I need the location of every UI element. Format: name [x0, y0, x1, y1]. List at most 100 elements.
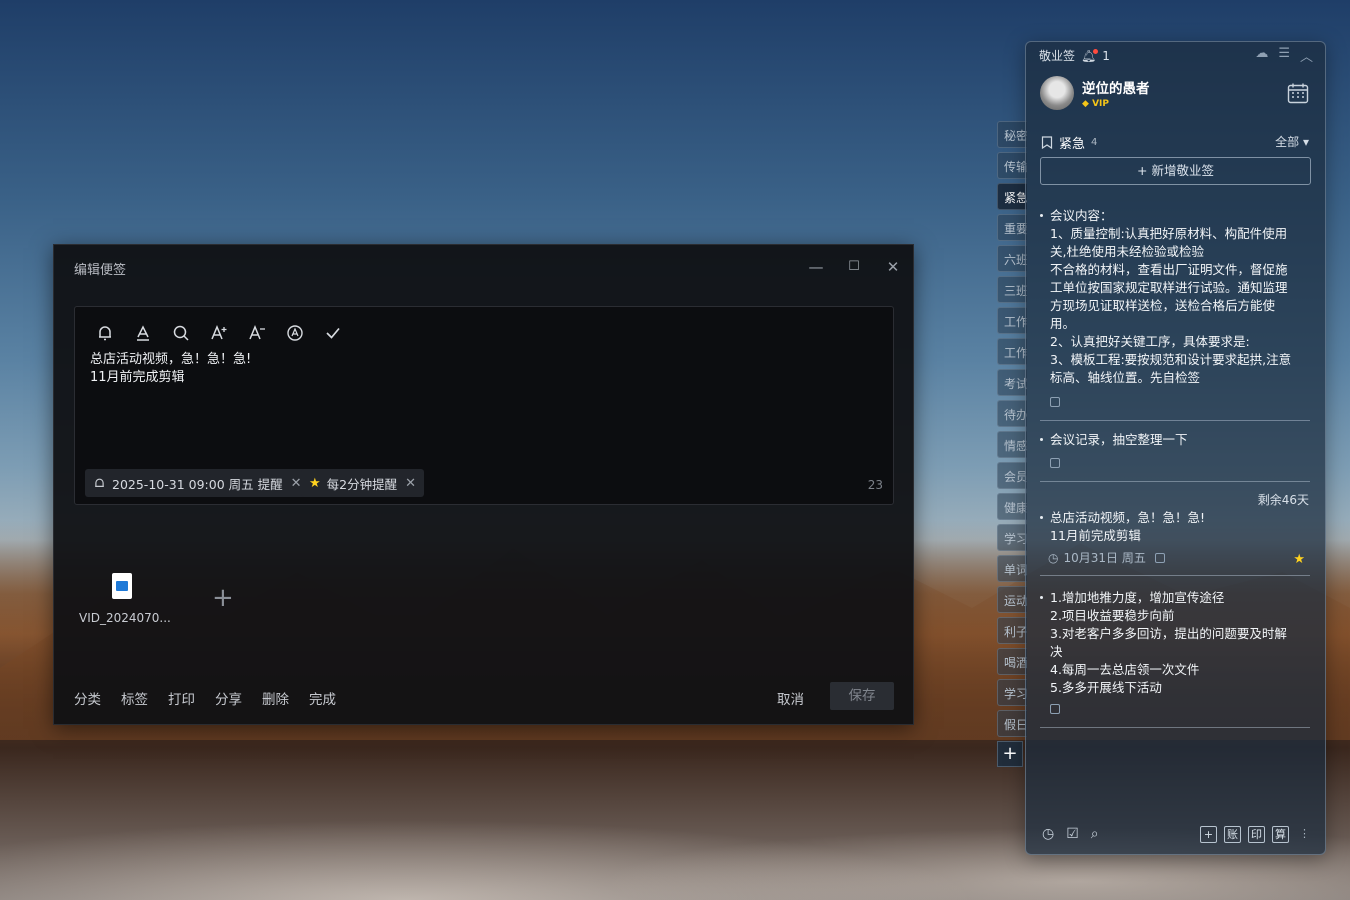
checkbox-icon[interactable]: ☑ — [1066, 826, 1079, 842]
note-line: 1.增加地推力度，增加宣传途径 — [1050, 590, 1225, 605]
note-editor[interactable]: 总店活动视频，急！急！急! 11月前完成剪辑 2025-10-31 09:00 … — [74, 306, 894, 505]
note-line: 用。 — [1050, 316, 1076, 331]
character-count: 23 — [867, 478, 883, 492]
note-content[interactable]: 总店活动视频，急！急！急! 11月前完成剪辑 — [90, 351, 251, 387]
font-increase-icon[interactable] — [207, 321, 230, 344]
side-tab[interactable]: 待办 — [997, 400, 1027, 427]
category-name: 紧急 — [1059, 137, 1086, 152]
add-icon[interactable]: + — [1200, 826, 1217, 843]
side-tab[interactable]: 学习 — [997, 679, 1027, 706]
text-color-icon[interactable] — [131, 321, 154, 344]
filter-dropdown[interactable]: 全部 ▾ — [1275, 133, 1309, 150]
side-tab[interactable]: 紧急 — [997, 183, 1027, 210]
side-tab[interactable]: 喝酒 — [997, 648, 1027, 675]
side-tab[interactable]: 情感 — [997, 431, 1027, 458]
side-tab[interactable]: 健康 — [997, 493, 1027, 520]
side-tab[interactable]: 利子 — [997, 617, 1027, 644]
font-decrease-icon[interactable] — [245, 321, 268, 344]
delete-button[interactable]: 删除 — [262, 688, 289, 708]
note-card-text: 会议记录，抽空整理一下 — [1040, 431, 1310, 449]
side-tab[interactable]: 重要 — [997, 214, 1027, 241]
interval-reminder-chip[interactable]: ★ 每2分钟提醒 ✕ — [301, 469, 425, 497]
font-style-icon[interactable] — [283, 321, 306, 344]
note-line: 总店活动视频，急！急！急! — [1050, 510, 1206, 525]
save-button[interactable]: 保存 — [830, 682, 894, 710]
side-tab[interactable]: 工作 — [997, 307, 1027, 334]
bell-icon[interactable] — [93, 321, 116, 344]
star-icon[interactable]: ★ — [1293, 552, 1305, 567]
format-toolbar — [93, 321, 344, 344]
notification-bell-icon[interactable]: 🔔︎ — [1081, 48, 1099, 63]
note-line: 2、认真把好关键工序，具体要求是: — [1050, 334, 1250, 349]
note-card[interactable]: 总店活动视频，急！急！急! 11月前完成剪辑 ◷ 10月31日 周五 — [1040, 509, 1310, 576]
check-icon[interactable] — [321, 321, 344, 344]
note-line: 不合格的材料，查看出厂证明文件，督促施 — [1050, 262, 1288, 277]
window-title: 编辑便签 — [74, 263, 127, 278]
share-button[interactable]: 分享 — [215, 688, 242, 708]
note-line: 标高、轴线位置。先自检签 — [1050, 370, 1201, 385]
collapse-icon[interactable]: ︿ — [1300, 46, 1313, 65]
category-count: 4 — [1091, 137, 1098, 148]
star-icon: ★ — [309, 475, 321, 491]
note-card[interactable]: 会议记录，抽空整理一下 — [1040, 431, 1310, 482]
category-button[interactable]: 分类 — [74, 688, 101, 708]
side-tab[interactable]: 工作 — [997, 338, 1027, 365]
maximize-button[interactable]: ☐ — [844, 257, 864, 277]
note-line: 5.多多开展线下活动 — [1050, 680, 1162, 695]
more-icon[interactable]: ⋮ — [1296, 826, 1313, 843]
note-line-2: 11月前完成剪辑 — [90, 370, 185, 385]
reminder-chip[interactable]: 2025-10-31 09:00 周五 提醒 ✕ — [85, 469, 310, 497]
side-tab[interactable]: 会员 — [997, 462, 1027, 489]
calendar-icon[interactable] — [1287, 82, 1309, 104]
diamond-icon: ◆ — [1082, 99, 1089, 109]
note-line: 工单位按国家规定取样进行试验。通知监理 — [1050, 280, 1288, 295]
edit-note-window: 编辑便签 — ☐ ✕ 总店活动视频，急！急！急! 11月前完成剪辑 2025-1… — [53, 244, 914, 725]
panel-header-icons: ☁ ☰ ︿ — [1255, 46, 1313, 65]
account-icon[interactable]: 账 — [1224, 826, 1241, 843]
close-icon[interactable]: ✕ — [291, 476, 302, 491]
complete-button[interactable]: 完成 — [309, 688, 336, 708]
side-tab[interactable]: 学习 — [997, 524, 1027, 551]
add-attachment-icon[interactable]: + — [212, 585, 234, 611]
note-line: 会议记录，抽空整理一下 — [1050, 432, 1188, 447]
side-tab[interactable]: 六班 — [997, 245, 1027, 272]
search-icon[interactable] — [169, 321, 192, 344]
side-tab[interactable]: 传输 — [997, 152, 1027, 179]
side-tab[interactable]: 三班 — [997, 276, 1027, 303]
cloud-sync-icon[interactable]: ☁ — [1255, 46, 1268, 65]
side-tab[interactable]: 运动 — [997, 586, 1027, 613]
note-line: 方现场见证取样送检，送检合格后方能使 — [1050, 298, 1276, 313]
vip-label: VIP — [1092, 99, 1109, 109]
close-icon[interactable]: ✕ — [405, 476, 416, 491]
calculator-icon[interactable]: 算 — [1272, 826, 1289, 843]
tag-button[interactable]: 标签 — [121, 688, 148, 708]
side-tab[interactable]: 单词 — [997, 555, 1027, 582]
minimize-button[interactable]: — — [806, 257, 826, 277]
print-button[interactable]: 打印 — [168, 688, 195, 708]
user-profile[interactable]: 逆位的愚者 ◆ VIP — [1040, 76, 1150, 110]
note-card[interactable]: 会议内容： 1、质量控制:认真把好原材料、构配件使用 关,杜绝使用未经检验或检验 不合… — [1040, 207, 1310, 429]
bullet — [1040, 214, 1043, 217]
note-card-text: 会议内容： 1、质量控制:认真把好原材料、构配件使用 关,杜绝使用未经检验或检验 不合… — [1040, 207, 1310, 390]
side-tab[interactable]: 假日 — [997, 710, 1027, 737]
lock-icon — [1050, 458, 1060, 468]
add-note-button[interactable]: + 新增敬业签 — [1040, 157, 1311, 185]
attachment-video[interactable]: VID_2024070... — [79, 573, 171, 625]
clock-icon[interactable]: ◷ — [1042, 826, 1054, 842]
add-tab-button[interactable]: + — [997, 741, 1023, 767]
side-tab[interactable]: 秘密 — [997, 121, 1027, 148]
avatar[interactable] — [1040, 76, 1074, 110]
interval-chip-label: 每2分钟提醒 — [326, 476, 398, 492]
close-button[interactable]: ✕ — [883, 257, 903, 277]
menu-icon[interactable]: ☰ — [1278, 46, 1290, 65]
search-icon[interactable]: ⌕ — [1091, 826, 1099, 842]
cancel-button[interactable]: 取消 — [777, 688, 804, 708]
current-category: 紧急 4 — [1041, 133, 1097, 152]
video-file-icon — [112, 573, 132, 599]
note-line: 关,杜绝使用未经检验或检验 — [1050, 244, 1204, 259]
note-line: 1、质量控制:认真把好原材料、构配件使用 — [1050, 226, 1288, 241]
note-card[interactable]: 1.增加地推力度，增加宣传途径 2.项目收益要稳步向前 3.对老客户多多回访，提出的… — [1040, 589, 1310, 728]
side-tab[interactable]: 考试 — [997, 369, 1027, 396]
print-icon[interactable]: 印 — [1248, 826, 1265, 843]
divider — [1040, 575, 1310, 576]
